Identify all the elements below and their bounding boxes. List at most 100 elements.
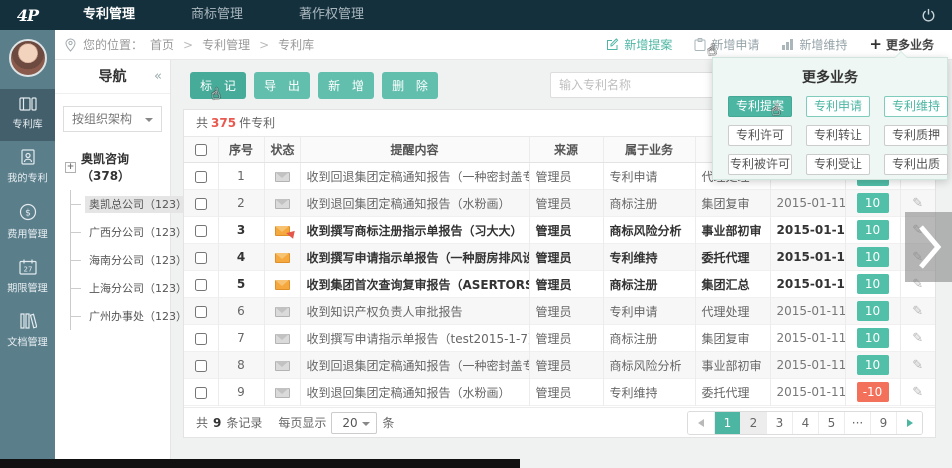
table-row[interactable]: 4 收到撰写申请指示单报告（一种厨房排风设备） 管理员 专利维持 委托代理 20… (184, 244, 935, 271)
tree-node-guangxi[interactable]: 广西分公司（123） (71, 218, 170, 246)
breadcrumb-patent-library[interactable]: 专利库 (278, 36, 314, 53)
mail-returned-icon (275, 226, 290, 236)
popup-button-patent-licensed[interactable]: 专利被许可 (728, 154, 792, 175)
new-application-link[interactable]: 新增申请 (694, 36, 759, 53)
popup-button-patent-application[interactable]: 专利申请 (806, 96, 870, 117)
row-checkbox[interactable] (195, 279, 207, 291)
export-button[interactable]: 导 出 (254, 72, 310, 99)
edit-icon[interactable]: ✎ (912, 196, 923, 211)
sidebar-item-patent-library[interactable]: 专利库 (0, 89, 55, 141)
location-pin-icon (65, 38, 76, 52)
edit-icon[interactable]: ✎ (912, 385, 923, 400)
table-row[interactable]: 8 收到回退集团定稿通知报告（一种密封盖专用拧具 管理员 商标风险分析 事业部初… (184, 352, 935, 379)
score-badge: 10 (857, 328, 889, 348)
breadcrumb-bar: 您的位置： 首页 > 专利管理 > 专利库 新增提案 新增申请 新增维持 + 更 (55, 30, 952, 60)
breadcrumb-patent-management[interactable]: 专利管理 (202, 36, 250, 53)
sidebar-item-fee-management[interactable]: $ 费用管理 (0, 195, 55, 251)
tab-trademark-management[interactable]: 商标管理 (163, 0, 271, 30)
row-checkbox[interactable] (195, 225, 207, 237)
tree-node-guangzhou[interactable]: 广州办事处（123） (71, 302, 170, 330)
nav-panel: 导航 « 按组织架构 + 奥凯咨询（378） 奥凯总公司（123） 广西分公司（… (55, 60, 171, 459)
row-checkbox[interactable] (195, 171, 207, 183)
edit-icon[interactable]: ✎ (912, 304, 923, 319)
table-row[interactable]: 6 收到知识产权负责人审批报告 管理员 专利申请 代理处理 2015-01-11… (184, 298, 935, 325)
record-count: 9 (213, 416, 221, 430)
per-page-select[interactable]: 20 (331, 412, 377, 434)
popup-button-patent-proposal[interactable]: 专利提案 (728, 96, 792, 117)
pager: 1 2 3 4 5 ··· 9 (687, 411, 923, 435)
tab-patent-management[interactable]: 专利管理 (55, 0, 163, 30)
calendar-icon: 27 (0, 259, 55, 275)
mail-read-icon (275, 334, 290, 344)
table-body: 1 收到回退集团定稿通知报告（一种密封盖专用拧具 管理员 专利申请 代理处理 2… (184, 163, 935, 406)
breadcrumb-home[interactable]: 首页 (150, 36, 174, 53)
top-tabs: 专利管理 商标管理 著作权管理 (55, 0, 392, 30)
patent-count: 375 (211, 116, 236, 130)
score-badge: 10 (857, 274, 889, 294)
new-maintain-link[interactable]: 新增维持 (781, 36, 847, 53)
row-checkbox[interactable] (195, 387, 207, 399)
page-button-5[interactable]: 5 (818, 412, 844, 434)
popup-button-patent-transfer[interactable]: 专利转让 (806, 125, 870, 146)
expand-icon[interactable]: + (65, 162, 76, 173)
tree-root-node[interactable]: + 奥凯咨询（378） (65, 150, 170, 184)
popup-button-patent-license[interactable]: 专利许可 (728, 125, 792, 146)
popup-button-patent-maintain[interactable]: 专利维持 (884, 96, 948, 117)
mail-read-icon (275, 172, 290, 182)
sidebar-item-document-management[interactable]: 文档管理 (0, 305, 55, 359)
score-badge: -10 (857, 382, 889, 402)
quick-actions: 新增提案 新增申请 新增维持 + 更多业务 (606, 36, 934, 53)
table-row[interactable]: 9 收到退回集团定稿通知报告（水粉画） 管理员 专利维持 委托代理 2015-0… (184, 379, 935, 406)
new-proposal-link[interactable]: 新增提案 (606, 36, 672, 53)
sidebar-item-deadline-management[interactable]: 27 期限管理 (0, 251, 55, 305)
tree-node-shanghai[interactable]: 上海分公司（123） (71, 274, 170, 302)
delete-button[interactable]: 删 除 (382, 72, 438, 99)
select-all-checkbox[interactable] (195, 144, 207, 156)
page-button-4[interactable]: 4 (792, 412, 818, 434)
row-checkbox[interactable] (195, 333, 207, 345)
edit-icon[interactable]: ✎ (912, 331, 923, 346)
table-row[interactable]: 2 收到退回集团定稿通知报告（水粉画） 管理员 商标注册 集团复审 2015-0… (184, 190, 935, 217)
page-button-3[interactable]: 3 (766, 412, 792, 434)
nav-panel-title: 导航 (99, 69, 127, 85)
row-checkbox[interactable] (195, 360, 207, 372)
add-button[interactable]: 新 增 (318, 72, 374, 99)
toolbar: 标 记 导 出 新 增 删 除 (190, 72, 438, 99)
edit-square-icon (606, 38, 619, 51)
breadcrumb-prefix: 您的位置： (83, 36, 143, 53)
edit-icon[interactable]: ✎ (912, 358, 923, 373)
score-badge: 10 (857, 301, 889, 321)
books-icon (0, 313, 55, 329)
page-ellipsis: ··· (844, 412, 870, 434)
next-page-button[interactable] (896, 412, 922, 434)
mail-read-icon (275, 388, 290, 398)
row-checkbox[interactable] (195, 306, 207, 318)
org-structure-select[interactable]: 按组织架构 (63, 106, 162, 132)
page-button-1[interactable]: 1 (714, 412, 740, 434)
popup-button-patent-pledged[interactable]: 专利出质 (884, 154, 948, 175)
slide-next-button[interactable] (905, 212, 952, 282)
arrow-left-icon (698, 419, 704, 427)
collapse-icon[interactable]: « (154, 60, 162, 94)
tab-copyright-management[interactable]: 著作权管理 (271, 0, 392, 30)
search-input[interactable] (550, 72, 715, 98)
table-row[interactable]: 7 收到撰写申请指示单报告（test2015-1-7） 管理员 商标注册 集团复… (184, 325, 935, 352)
col-header-status: 状态 (264, 137, 300, 163)
prev-page-button[interactable] (688, 412, 714, 434)
person-document-icon (0, 149, 55, 165)
page-button-9[interactable]: 9 (870, 412, 896, 434)
user-avatar[interactable] (9, 39, 47, 77)
popup-button-patent-pledge[interactable]: 专利质押 (884, 125, 948, 146)
table-row[interactable]: 3 收到撰写商标注册指示单报告（习大大） 管理员 商标风险分析 事业部初审 20… (184, 217, 935, 244)
tree-node-headquarters[interactable]: 奥凯总公司（123） (71, 190, 170, 218)
row-checkbox[interactable] (195, 198, 207, 210)
popup-button-patent-assignee[interactable]: 专利受让 (806, 154, 870, 175)
power-icon[interactable] (921, 8, 936, 23)
page-button-2[interactable]: 2 (740, 412, 766, 434)
tree-node-hainan[interactable]: 海南分公司（123） (71, 246, 170, 274)
app-logo[interactable]: 4P (0, 6, 55, 25)
row-checkbox[interactable] (195, 252, 207, 264)
score-badge: 10 (857, 193, 889, 213)
sidebar-item-my-patents[interactable]: 我的专利 (0, 141, 55, 195)
table-row[interactable]: 5 收到集团首次查询复审报告（ASERTORS） 管理员 商标注册 集团汇总 2… (184, 271, 935, 298)
